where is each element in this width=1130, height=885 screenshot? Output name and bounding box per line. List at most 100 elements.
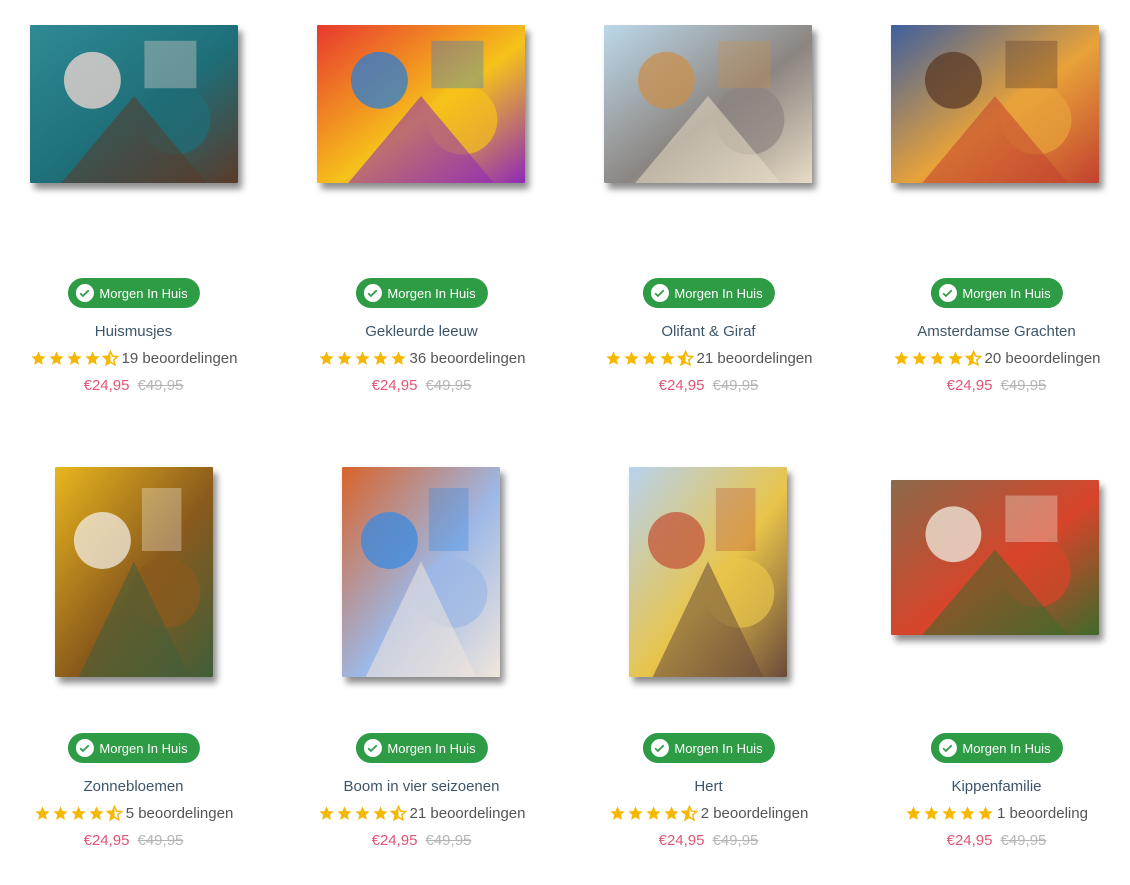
check-icon	[650, 284, 669, 302]
product-title[interactable]: Amsterdamse Grachten	[853, 323, 1130, 340]
star-half-icon	[676, 350, 694, 367]
product-title[interactable]: Huismusjes	[0, 323, 277, 340]
product-price: €24,95 €49,95	[565, 832, 852, 849]
sale-price: €24,95	[371, 377, 418, 394]
product-rating: 36 beoordelingen	[278, 350, 565, 367]
product-price: €24,95 €49,95	[853, 377, 1130, 394]
product-card[interactable]: Morgen In Huis Olifant & Giraf 21 beoordel…	[565, 0, 852, 430]
product-rating: 21 beoordelingen	[278, 805, 565, 822]
product-title[interactable]: Hert	[565, 778, 852, 795]
product-price: €24,95 €49,95	[853, 832, 1130, 849]
product-title[interactable]: Boom in vier seizoenen	[278, 778, 565, 795]
star-full-icon	[35, 806, 50, 820]
colorful-lion-painting	[317, 25, 525, 183]
product-rating: 20 beoordelingen	[853, 350, 1130, 367]
product-title[interactable]: Gekleurde leeuw	[278, 323, 565, 340]
product-price: €24,95 €49,95	[565, 377, 852, 394]
product-image[interactable]	[0, 0, 277, 270]
check-icon	[75, 739, 94, 757]
product-card[interactable]: Morgen In Huis Kippenfamilie 1 beoordeling…	[853, 455, 1130, 885]
check-icon	[938, 284, 957, 302]
star-full-icon	[318, 351, 334, 365]
product-card[interactable]: Morgen In Huis Amsterdamse Grachten 20 beo…	[853, 0, 1130, 430]
product-title[interactable]: Zonnebloemen	[0, 778, 277, 795]
review-count: 21 beoordelingen	[696, 350, 813, 367]
star-full-icon	[84, 351, 100, 365]
product-price: €24,95 €49,95	[0, 377, 277, 394]
check-icon	[75, 284, 94, 302]
star-full-icon	[893, 351, 909, 365]
star-full-icon	[390, 351, 406, 365]
star-full-icon	[929, 351, 945, 365]
star-full-icon	[354, 806, 370, 820]
star-full-icon	[53, 806, 68, 820]
delivery-badge: Morgen In Huis	[355, 733, 488, 763]
sale-price: €24,95	[658, 832, 705, 849]
product-image[interactable]	[853, 455, 1130, 725]
star-full-icon	[924, 806, 939, 820]
canvas-frame	[891, 25, 1099, 183]
sunflowers-painting	[55, 467, 213, 677]
product-rating: 21 beoordelingen	[565, 350, 852, 367]
rating-stars	[609, 805, 698, 822]
rating-stars	[318, 805, 407, 822]
star-full-icon	[947, 351, 963, 365]
product-card[interactable]: Morgen In Huis Zonnebloemen 5 beoordelinge…	[0, 455, 277, 885]
sale-price: €24,95	[83, 377, 130, 394]
product-rating: 2 beoordelingen	[565, 805, 852, 822]
star-full-icon	[336, 351, 352, 365]
star-full-icon	[71, 806, 86, 820]
star-full-icon	[610, 806, 625, 820]
product-rating: 5 beoordelingen	[0, 805, 277, 822]
product-image[interactable]	[278, 455, 565, 725]
delivery-badge-label: Morgen In Huis	[674, 740, 763, 756]
star-full-icon	[942, 806, 957, 820]
delivery-badge-label: Morgen In Huis	[387, 740, 476, 756]
product-image[interactable]	[565, 455, 852, 725]
product-card[interactable]: Morgen In Huis Hert 2 beoordelingen €24,95 €…	[565, 455, 852, 885]
star-half-icon	[680, 805, 698, 822]
star-half-icon	[389, 805, 407, 822]
delivery-badge: Morgen In Huis	[930, 278, 1063, 308]
original-price: €49,95	[712, 832, 759, 849]
product-image[interactable]	[565, 0, 852, 270]
star-full-icon	[659, 351, 675, 365]
star-full-icon	[641, 351, 657, 365]
star-full-icon	[48, 351, 64, 365]
star-full-icon	[664, 806, 679, 820]
delivery-badge: Morgen In Huis	[930, 733, 1063, 763]
delivery-badge: Morgen In Huis	[642, 278, 775, 308]
delivery-badge: Morgen In Huis	[67, 278, 200, 308]
star-full-icon	[336, 806, 352, 820]
product-price: €24,95 €49,95	[278, 832, 565, 849]
product-card[interactable]: Morgen In Huis Boom in vier seizoenen 21 b…	[278, 455, 565, 885]
chicken-family-painting	[891, 480, 1099, 635]
star-half-icon	[964, 350, 982, 367]
original-price: €49,95	[137, 377, 184, 394]
sale-price: €24,95	[83, 832, 130, 849]
product-image[interactable]	[0, 455, 277, 725]
product-title[interactable]: Olifant & Giraf	[565, 323, 852, 340]
review-count: 21 beoordelingen	[409, 805, 526, 822]
product-image[interactable]	[278, 0, 565, 270]
canvas-frame	[629, 467, 787, 677]
star-full-icon	[978, 806, 993, 820]
canvas-frame	[604, 25, 812, 183]
star-full-icon	[372, 806, 388, 820]
elephant-giraffe-painting	[604, 25, 812, 183]
rating-stars	[30, 350, 119, 367]
product-title[interactable]: Kippenfamilie	[853, 778, 1130, 795]
product-card[interactable]: Morgen In Huis Gekleurde leeuw 36 beoordel…	[278, 0, 565, 430]
sale-price: €24,95	[946, 832, 993, 849]
star-full-icon	[354, 351, 370, 365]
product-image[interactable]	[853, 0, 1130, 270]
star-full-icon	[89, 806, 104, 820]
rating-stars	[893, 350, 982, 367]
product-price: €24,95 €49,95	[278, 377, 565, 394]
geometric-deer-painting	[629, 467, 787, 677]
star-full-icon	[960, 806, 975, 820]
rating-stars	[318, 350, 407, 367]
original-price: €49,95	[425, 377, 472, 394]
product-card[interactable]: Morgen In Huis Huismusjes 19 beoordelingen…	[0, 0, 277, 430]
birds-blossom-painting	[30, 25, 238, 183]
